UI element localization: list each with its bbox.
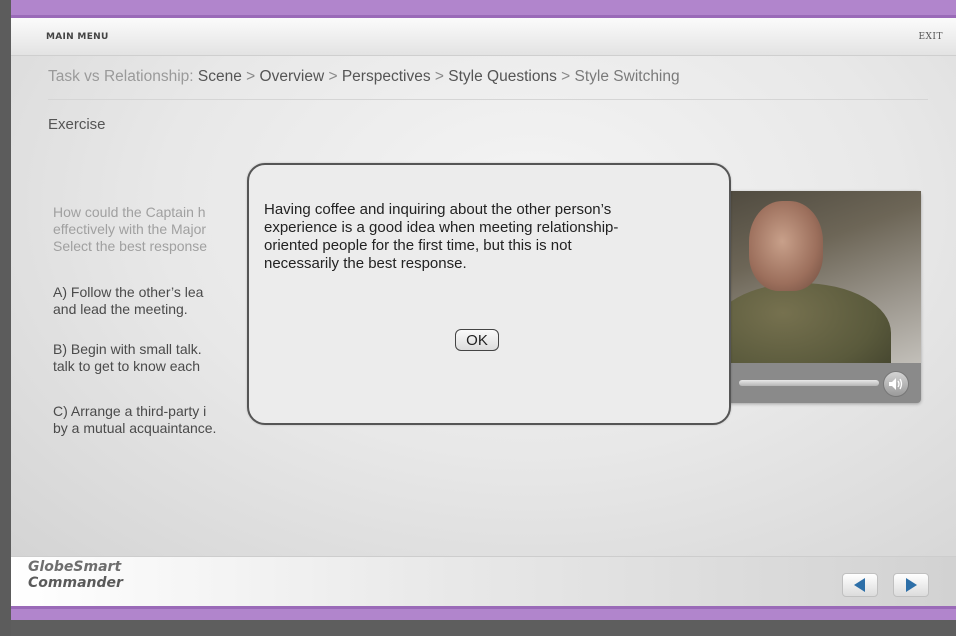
option-c-line: C) Arrange a third-party i	[53, 403, 207, 419]
option-a-line: and lead the meeting.	[53, 301, 188, 317]
video-person-body	[721, 283, 891, 363]
breadcrumb-item-perspectives[interactable]: Perspectives	[342, 68, 431, 85]
speaker-icon	[889, 378, 903, 390]
app-window: MAIN MENU EXIT Task vs Relationship: Sce…	[11, 0, 956, 636]
option-c[interactable]: C) Arrange a third-party i by a mutual a…	[53, 403, 216, 437]
breadcrumb-item-scene[interactable]: Scene	[198, 68, 242, 85]
dialog-message: Having coffee and inquiring about the ot…	[264, 201, 704, 273]
dialog-message-line: oriented people for the first time, but …	[264, 237, 572, 254]
footer: GlobeSmart Commander	[11, 556, 956, 607]
arrow-right-icon	[906, 578, 917, 592]
video-player	[711, 191, 921, 403]
globesmart-logo: GlobeSmart Commander	[28, 559, 123, 591]
volume-button[interactable]	[883, 371, 909, 397]
ok-button[interactable]: OK	[455, 329, 499, 351]
question-text: How could the Captain h effectively with…	[53, 204, 253, 255]
section-title: Exercise	[48, 116, 106, 133]
breadcrumb-separator: >	[246, 68, 256, 85]
question-line: How could the Captain h	[53, 204, 206, 220]
option-b-line: talk to get to know each	[53, 358, 201, 374]
menu-bar: MAIN MENU EXIT	[11, 18, 956, 56]
video-person-face	[749, 201, 823, 291]
option-b[interactable]: B) Begin with small talk. talk to get to…	[53, 341, 202, 375]
option-a-line: A) Follow the other’s lea	[53, 284, 204, 300]
video-progress-slider[interactable]	[739, 380, 879, 386]
option-b-line: B) Begin with small talk.	[53, 341, 202, 357]
previous-button[interactable]	[842, 573, 878, 597]
exit-link[interactable]: EXIT	[918, 32, 943, 42]
breadcrumb-item-style-questions[interactable]: Style Questions	[448, 68, 557, 85]
breadcrumb-prefix: Task vs Relationship:	[48, 68, 194, 85]
left-frame-bar	[0, 0, 11, 636]
dialog-message-line: Having coffee and inquiring about the ot…	[264, 201, 612, 218]
bottom-accent-bar	[11, 606, 956, 620]
logo-line-2: Commander	[28, 575, 123, 591]
breadcrumb-divider	[48, 99, 928, 100]
video-controls	[721, 367, 921, 399]
breadcrumb-separator: >	[328, 68, 338, 85]
breadcrumb-separator: >	[434, 68, 444, 85]
video-frame[interactable]	[721, 191, 921, 363]
feedback-dialog: Having coffee and inquiring about the ot…	[247, 163, 731, 425]
arrow-left-icon	[854, 578, 865, 592]
question-line: effectively with the Major	[53, 221, 207, 237]
dialog-message-line: necessarily the best response.	[264, 255, 467, 272]
top-accent-bar	[11, 0, 956, 18]
next-button[interactable]	[893, 573, 929, 597]
bottom-frame-bar	[11, 620, 956, 636]
logo-line-1: GlobeSmart	[28, 559, 122, 575]
content-area: Task vs Relationship: Scene > Overview >…	[11, 56, 956, 556]
breadcrumb-item-style-switching: Style Switching	[574, 68, 680, 85]
breadcrumb-item-overview[interactable]: Overview	[260, 68, 325, 85]
option-a[interactable]: A) Follow the other’s lea and lead the m…	[53, 284, 203, 318]
breadcrumb: Task vs Relationship: Scene > Overview >…	[48, 68, 680, 86]
main-menu-link[interactable]: MAIN MENU	[46, 32, 109, 42]
dialog-message-line: experience is a good idea when meeting r…	[264, 219, 619, 236]
option-c-line: by a mutual acquaintance.	[53, 420, 217, 436]
breadcrumb-separator: >	[561, 68, 571, 85]
question-line: Select the best response	[53, 238, 208, 254]
